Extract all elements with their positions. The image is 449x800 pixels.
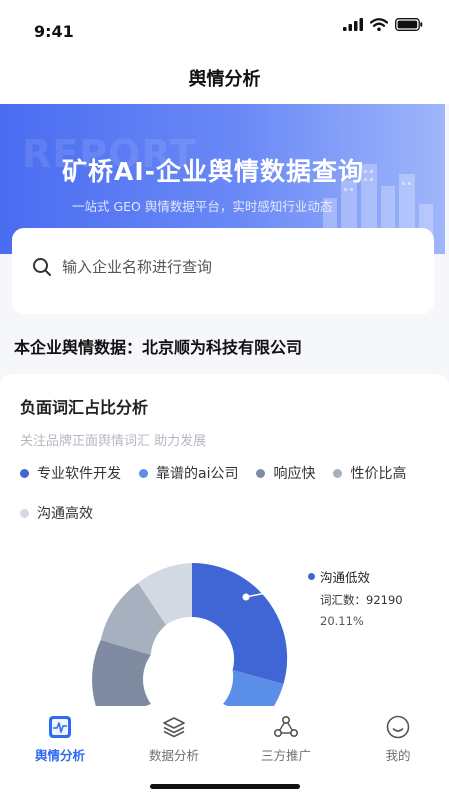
layers-icon [163,717,185,738]
tab-third-party-promotion[interactable]: 三方推广 [236,714,336,764]
tooltip-count: 词汇数：92190 [320,593,403,607]
tooltip-name: 沟通低效 [320,570,371,585]
tab-label: 三方推广 [260,748,311,763]
donut-segment-low-efficiency[interactable] [192,562,288,684]
tooltip-percent: 20.11% [320,614,364,628]
tab-label: 舆情分析 [34,748,85,763]
donut-chart [92,562,301,722]
tab-data-analysis[interactable]: 数据分析 [124,714,224,764]
network-icon [273,715,298,738]
tab-sentiment-analysis[interactable]: 舆情分析 [10,714,110,764]
tab-profile[interactable]: 我的 [348,714,448,764]
home-indicator [150,784,300,789]
chart-tooltip: 沟通低效 词汇数：92190 20.11% [288,556,416,638]
pulse-chart-icon [49,716,71,738]
tab-label: 我的 [385,748,411,763]
tooltip-dot [308,573,315,580]
smiley-face-icon [386,715,410,739]
tab-label: 数据分析 [148,748,199,763]
